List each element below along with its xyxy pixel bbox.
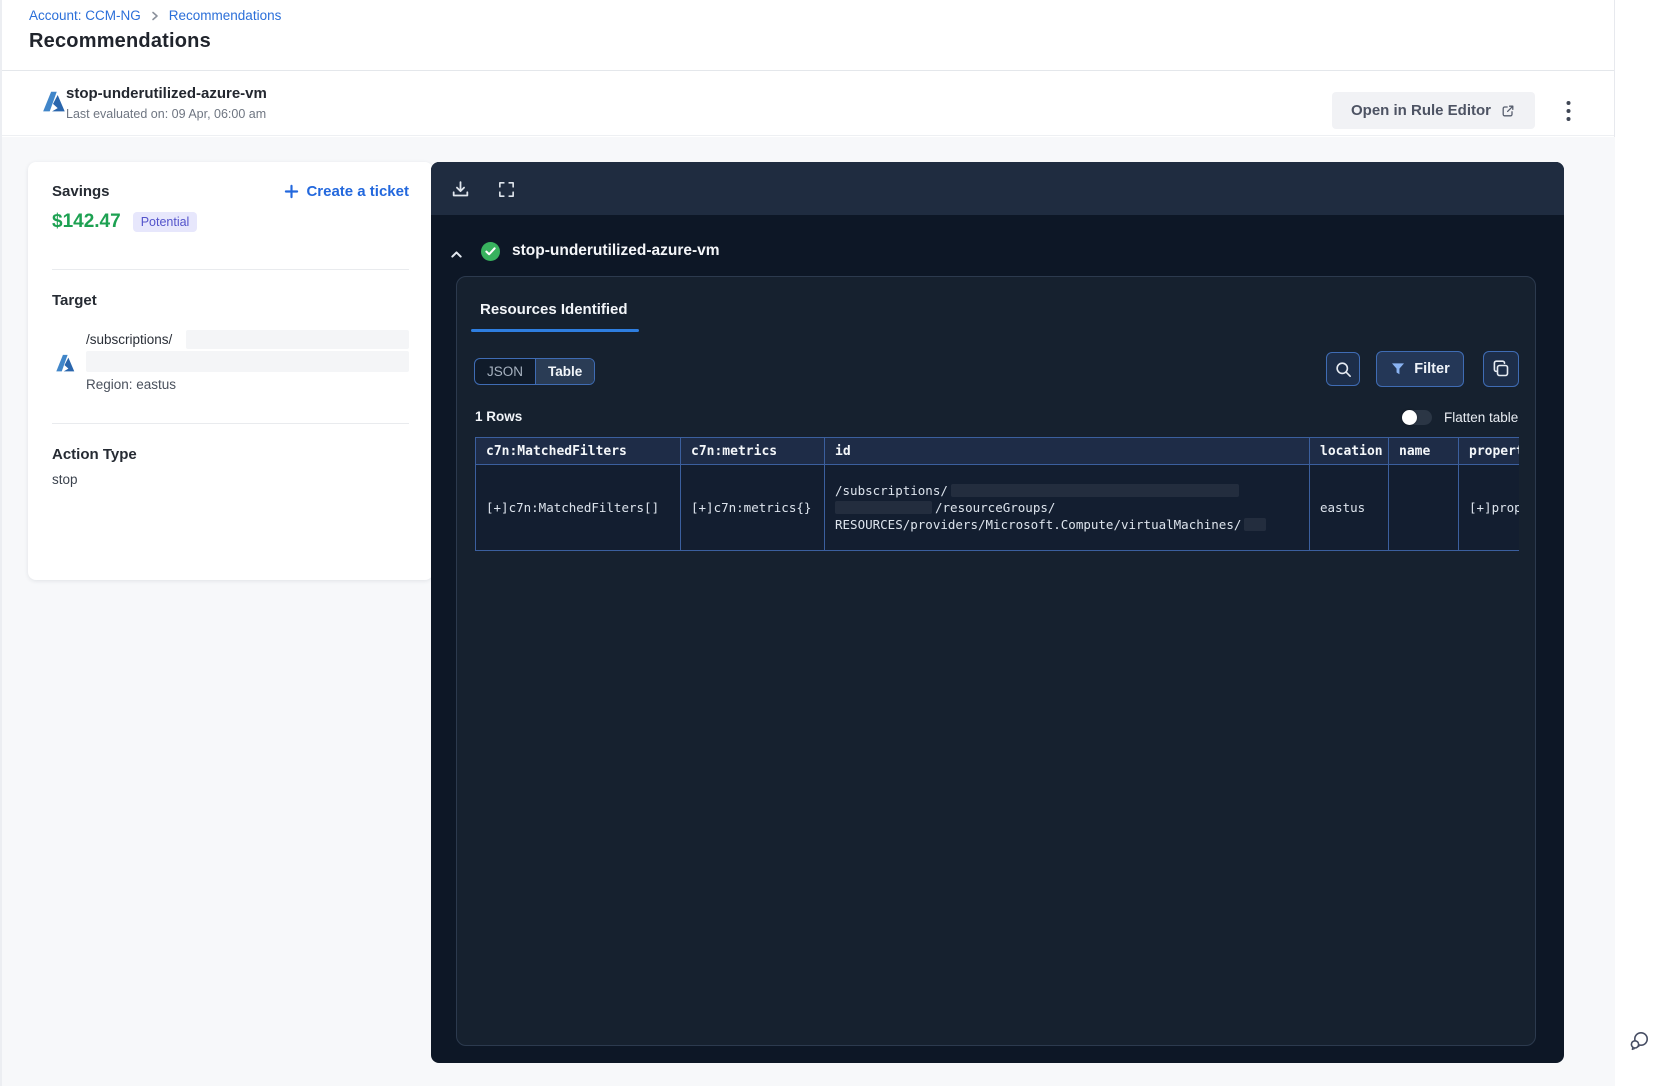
recommendations-page: Account: CCM-NG Recommendations Recommen… [0,0,1662,1086]
action-type-label: Action Type [52,446,137,463]
azure-logo-icon [38,87,68,122]
view-json-segment[interactable]: JSON [475,359,537,384]
redacted-text [186,330,409,349]
action-type-value: stop [52,472,78,487]
breadcrumb-account-link[interactable]: Account: CCM-NG [29,8,141,23]
cell-name [1388,464,1459,551]
redacted-text [86,351,409,372]
rows-count: 1 Rows [475,409,523,424]
col-header-metrics: c7n:metrics [680,437,825,465]
col-header-properties: properties [1458,437,1519,465]
fullscreen-icon[interactable] [494,177,518,201]
cell-resource-id: /subscriptions/ /resourceGroups/ RESOURC… [824,464,1310,551]
target-path: /subscriptions/ [86,332,179,347]
rule-name: stop-underutilized-azure-vm [66,85,267,102]
flatten-table-label: Flatten table [1444,410,1519,425]
breadcrumb: Account: CCM-NG Recommendations [29,8,281,23]
table-row: [+]c7n:MatchedFilters[] [+]c7n:metrics{}… [475,464,1519,551]
create-ticket-button[interactable]: Create a ticket [284,183,409,200]
view-mode-toggle: JSON Table [474,358,596,385]
right-rail [1616,0,1662,1086]
rule-result-section-header: stop-underutilized-azure-vm [431,239,1564,269]
target-region: Region: eastus [86,377,177,392]
flatten-table-control: Flatten table [1402,410,1518,425]
resources-panel: stop-underutilized-azure-vm Resources Id… [431,162,1564,1063]
chevron-up-icon[interactable] [445,243,467,265]
success-check-icon [480,241,501,267]
main-content-column: Account: CCM-NG Recommendations Recommen… [0,0,1615,1086]
cell-properties-expander[interactable]: [+]properties{} [1458,464,1519,551]
table-header-row: c7n:MatchedFilters c7n:metrics id locati… [475,437,1519,465]
redacted-text [950,484,1239,497]
cell-location: eastus [1309,464,1389,551]
toggle-knob [1402,410,1417,425]
col-header-matched-filters: c7n:MatchedFilters [475,437,681,465]
open-in-rule-editor-label: Open in Rule Editor [1350,102,1491,119]
redacted-text [835,501,932,514]
download-icon[interactable] [448,177,472,201]
savings-label: Savings [52,183,110,200]
flatten-table-toggle[interactable] [1402,410,1432,425]
kebab-menu-icon[interactable] [1559,96,1577,126]
target-block: /subscriptions/ Region: eastus [52,330,409,393]
rule-result-title: stop-underutilized-azure-vm [512,242,720,259]
resources-table: c7n:MatchedFilters c7n:metrics id locati… [475,437,1519,551]
savings-card: Savings Create a ticket $142.47 Potentia… [28,162,433,580]
cell-metrics-expander[interactable]: [+]c7n:metrics{} [680,464,825,551]
external-link-icon [1500,103,1516,119]
filter-button[interactable]: Filter [1376,351,1464,387]
plus-icon [284,184,299,199]
filter-label: Filter [1414,361,1450,377]
rule-header-bar: stop-underutilized-azure-vm Last evaluat… [2,70,1614,136]
resources-identified-card: Resources Identified JSON Table Filter 1… [456,276,1536,1046]
target-label: Target [52,292,97,309]
cell-matched-filters-expander[interactable]: [+]c7n:MatchedFilters[] [475,464,681,551]
create-ticket-label: Create a ticket [306,183,409,200]
panel-toolbar [431,162,1564,215]
search-icon[interactable] [1326,352,1360,386]
azure-target-icon [52,351,77,381]
open-in-rule-editor-button[interactable]: Open in Rule Editor [1332,92,1535,129]
content-area: Savings Create a ticket $142.47 Potentia… [2,137,1615,1086]
page-title: Recommendations [29,30,211,52]
filter-icon [1390,361,1406,377]
potential-badge: Potential [132,212,198,232]
rule-last-evaluated: Last evaluated on: 09 Apr, 06:00 am [66,107,267,121]
id-line-1: /subscriptions/ [835,483,948,498]
col-header-location: location [1309,437,1389,465]
breadcrumb-recommendations-link[interactable]: Recommendations [169,8,282,23]
savings-amount: $142.47 [52,211,121,232]
tab-resources-identified[interactable]: Resources Identified [480,301,628,318]
chat-bubbles-icon[interactable] [1625,1028,1653,1056]
view-table-segment[interactable]: Table [536,359,595,384]
id-line-3: RESOURCES/providers/Microsoft.Compute/vi… [835,517,1242,532]
breadcrumb-chevron-icon [150,11,160,21]
id-line-2: /resourceGroups/ [935,500,1056,515]
copy-icon[interactable] [1483,351,1519,387]
col-header-id: id [824,437,1310,465]
redacted-text [1244,518,1267,531]
resources-table-container[interactable]: c7n:MatchedFilters c7n:metrics id locati… [475,437,1519,551]
col-header-name: name [1388,437,1459,465]
active-tab-underline [471,329,639,332]
